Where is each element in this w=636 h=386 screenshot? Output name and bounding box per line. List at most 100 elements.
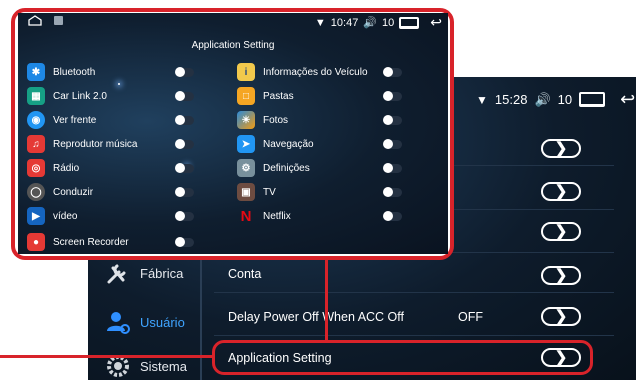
toggle-definicoes[interactable] bbox=[383, 163, 402, 173]
netflix-icon: N bbox=[240, 207, 252, 225]
app-label: Bluetooth bbox=[53, 66, 96, 78]
app-label: Rádio bbox=[53, 162, 80, 174]
wifi-icon: ▼ bbox=[476, 92, 488, 107]
status-bar-secondary: ▼ 15:28 🔊 10 ↩ bbox=[476, 89, 635, 110]
app-label: Informações do Veículo bbox=[263, 66, 368, 78]
gallery-icon bbox=[54, 16, 63, 25]
tv-icon: ▣ bbox=[237, 183, 255, 201]
toggle-tv[interactable] bbox=[383, 187, 402, 197]
app-label: Conduzir bbox=[53, 186, 94, 198]
app-label: Ver frente bbox=[53, 114, 97, 126]
status-volume: 10 bbox=[382, 16, 395, 29]
toggle-screen-recorder[interactable] bbox=[175, 237, 194, 247]
app-item-netflix: N Netflix bbox=[237, 205, 291, 227]
toggle-carlink[interactable] bbox=[175, 91, 194, 101]
home-icon[interactable] bbox=[28, 15, 42, 26]
photos-icon: ☀ bbox=[237, 111, 255, 129]
app-label: Screen Recorder bbox=[53, 236, 129, 248]
carlink-icon: ▦ bbox=[27, 87, 45, 105]
app-item-reprodutor-musica: ♫ Reprodutor música bbox=[27, 133, 137, 155]
toggle-informacoes-veiculo[interactable] bbox=[383, 67, 402, 77]
drive-icon: ◯ bbox=[27, 183, 45, 201]
row-arrow-button[interactable]: ❯ bbox=[541, 307, 581, 326]
toggle-netflix[interactable] bbox=[383, 211, 402, 221]
user-settings-icon bbox=[104, 308, 132, 336]
settings-sidebar: Fábrica Usuário Sistema bbox=[88, 240, 200, 380]
recent-apps-icon[interactable] bbox=[579, 92, 606, 107]
sidebar-divider bbox=[200, 240, 202, 380]
app-label: Definições bbox=[263, 162, 310, 174]
row-arrow-button[interactable]: ❯ bbox=[541, 222, 581, 241]
app-item-ver-frente: ◉ Ver frente bbox=[27, 109, 96, 131]
sidebar-item-label: Fábrica bbox=[140, 265, 184, 281]
sparkle-decoration bbox=[118, 83, 120, 85]
sidebar-item-usuario[interactable]: Usuário bbox=[88, 302, 200, 342]
toggle-video[interactable] bbox=[175, 211, 194, 221]
sidebar-item-sistema[interactable]: Sistema bbox=[88, 346, 200, 386]
app-label: Netflix bbox=[263, 210, 291, 222]
volume-icon: 🔊 bbox=[363, 17, 378, 29]
status-time: 10:47 bbox=[330, 16, 359, 29]
back-icon[interactable]: ↩ bbox=[620, 89, 635, 110]
application-setting-screen: ▼ 10:47 🔊 10 ↩ Application Setting ✱ Blu… bbox=[18, 13, 448, 254]
toggle-conduzir[interactable] bbox=[175, 187, 194, 197]
app-item-radio: ◎ Rádio bbox=[27, 157, 79, 179]
toggle-pastas[interactable] bbox=[383, 91, 402, 101]
app-item-bluetooth: ✱ Bluetooth bbox=[27, 61, 95, 83]
toggle-radio[interactable] bbox=[175, 163, 194, 173]
app-item-screen-recorder: ● Screen Recorder bbox=[27, 231, 129, 253]
row-arrow-button[interactable]: ❯ bbox=[541, 266, 581, 285]
status-volume: 10 bbox=[557, 92, 573, 107]
app-item-informacoes-veiculo: i Informações do Veículo bbox=[237, 61, 368, 83]
sidebar-item-label: Usuário bbox=[140, 314, 185, 330]
toggle-reprodutor-musica[interactable] bbox=[175, 139, 194, 149]
row-arrow-button[interactable]: ❯ bbox=[541, 182, 581, 201]
app-label: Navegação bbox=[263, 138, 314, 150]
app-item-tv: ▣ TV bbox=[237, 181, 276, 203]
callout-line bbox=[0, 355, 212, 358]
volume-icon: 🔊 bbox=[534, 91, 551, 107]
app-label: Car Link 2.0 bbox=[53, 90, 107, 102]
navigation-icon: ➤ bbox=[237, 135, 255, 153]
chevron-right-icon: ❯ bbox=[554, 183, 568, 200]
music-icon: ♫ bbox=[27, 135, 45, 153]
app-item-conduzir: ◯ Conduzir bbox=[27, 181, 93, 203]
wifi-icon: ▼ bbox=[314, 16, 326, 29]
status-time: 15:28 bbox=[494, 92, 528, 107]
row-arrow-button[interactable]: ❯ bbox=[541, 139, 581, 158]
app-label: Fotos bbox=[263, 114, 289, 126]
chevron-right-icon: ❯ bbox=[554, 140, 568, 157]
app-item-pastas: □ Pastas bbox=[237, 85, 294, 107]
app-label: vídeo bbox=[53, 210, 78, 222]
app-item-fotos: ☀ Fotos bbox=[237, 109, 288, 131]
toggle-ver-frente[interactable] bbox=[175, 115, 194, 125]
row-label: Delay Power Off When ACC Off bbox=[228, 310, 404, 324]
callout-connector bbox=[325, 258, 328, 342]
settings-icon: ⚙ bbox=[237, 159, 255, 177]
sidebar-item-label: Sistema bbox=[140, 358, 187, 374]
video-icon: ▶ bbox=[27, 207, 45, 225]
page-title: Application Setting bbox=[191, 40, 275, 51]
vehicle-info-icon: i bbox=[237, 63, 255, 81]
toggle-fotos[interactable] bbox=[383, 115, 402, 125]
tools-icon bbox=[104, 259, 132, 287]
chevron-right-icon: ❯ bbox=[554, 267, 568, 284]
app-label: TV bbox=[263, 186, 276, 198]
folder-icon: □ bbox=[237, 87, 255, 105]
radio-icon: ◎ bbox=[27, 159, 45, 177]
row-label: Conta bbox=[228, 267, 262, 281]
record-icon: ● bbox=[27, 233, 45, 251]
app-label: Pastas bbox=[263, 90, 294, 102]
back-icon[interactable]: ↩ bbox=[430, 14, 442, 31]
chevron-right-icon: ❯ bbox=[554, 223, 568, 240]
status-bar: ▼ 10:47 🔊 10 ↩ bbox=[18, 13, 448, 31]
application-setting-highlight bbox=[212, 340, 593, 375]
recent-apps-icon[interactable] bbox=[399, 16, 420, 29]
app-item-definicoes: ⚙ Definições bbox=[237, 157, 310, 179]
toggle-navegacao[interactable] bbox=[383, 139, 402, 149]
toggle-bluetooth[interactable] bbox=[175, 67, 194, 77]
camera-icon: ◉ bbox=[27, 111, 45, 129]
app-item-navegacao: ➤ Navegação bbox=[237, 133, 314, 155]
app-label: Reprodutor música bbox=[53, 138, 138, 150]
chevron-right-icon: ❯ bbox=[554, 308, 568, 325]
